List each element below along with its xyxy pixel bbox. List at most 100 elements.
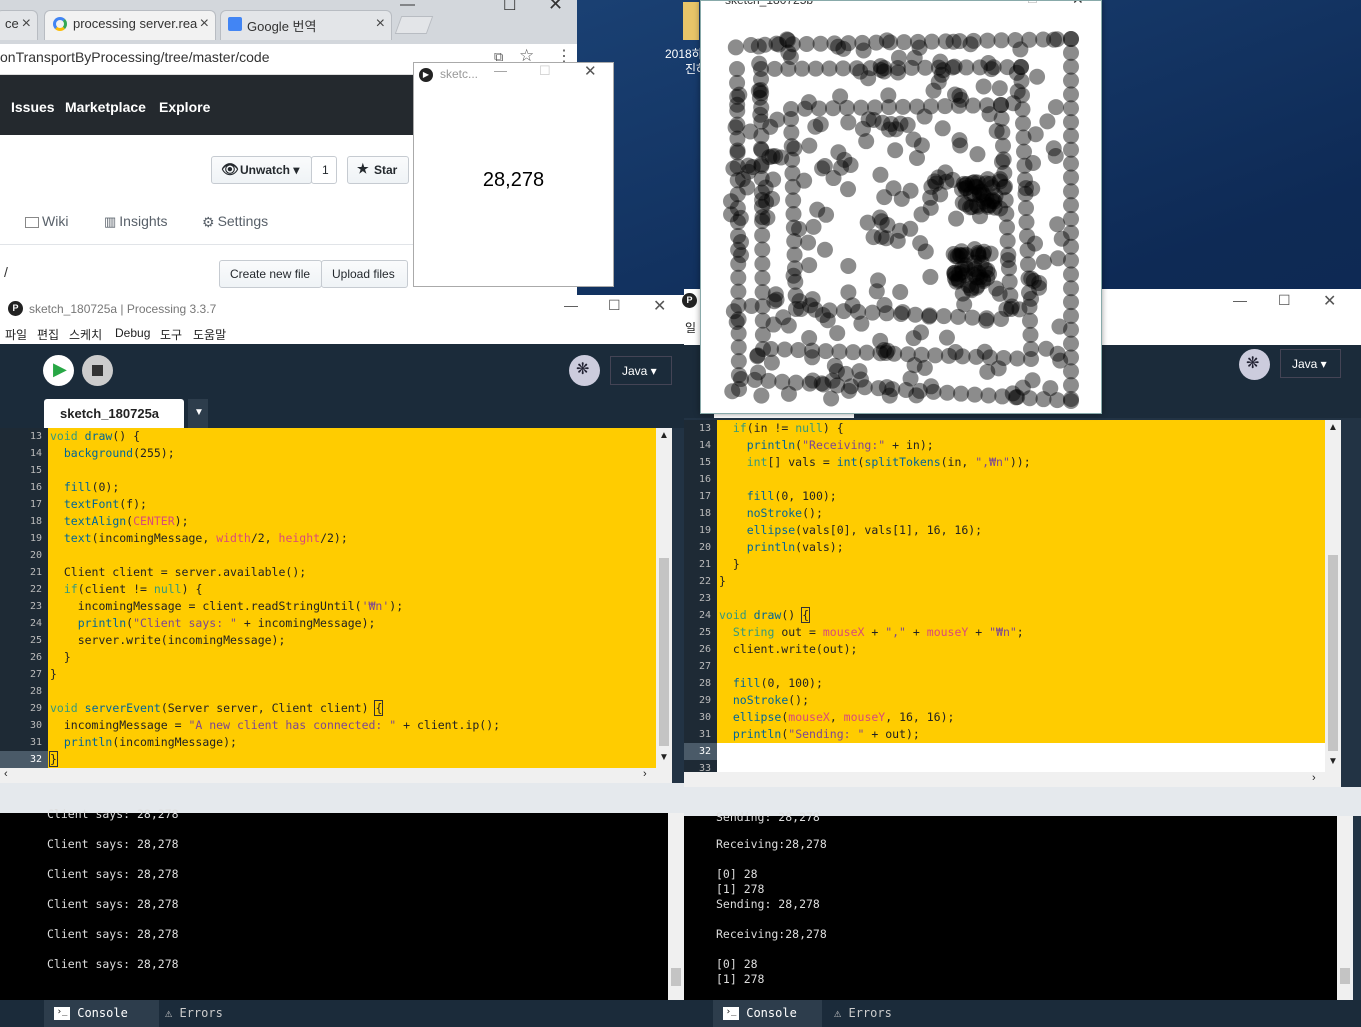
trail-dot	[922, 199, 939, 216]
close-icon[interactable]: ×	[200, 15, 209, 33]
star-button[interactable]: ★ Star	[347, 156, 409, 184]
trail-dot	[807, 60, 824, 77]
maximize-icon[interactable]: ☐	[608, 297, 621, 314]
minimize-icon[interactable]: —	[400, 0, 415, 13]
tab-processing[interactable]: processing server.rea ×	[44, 10, 216, 40]
code-editor[interactable]: void draw() { background(255); fill(0); …	[48, 428, 656, 768]
menu-debug[interactable]: Debug	[115, 326, 150, 340]
trail-dot	[953, 385, 969, 402]
console-tab[interactable]: ›_ Console	[44, 1000, 159, 1027]
stop-button[interactable]	[82, 355, 113, 386]
trail-dot	[796, 172, 813, 189]
trail-dot	[751, 55, 768, 72]
run-button[interactable]: ▶	[43, 355, 74, 386]
mouse-value-text: 28,278	[482, 169, 545, 191]
scroll-thumb[interactable]	[1340, 968, 1350, 984]
nav-explore[interactable]: Explore	[159, 99, 210, 115]
close-icon[interactable]: ×	[376, 15, 385, 33]
vertical-scrollbar[interactable]: ▲ ▼	[1325, 420, 1341, 772]
close-icon[interactable]: ×	[22, 15, 31, 33]
upload-files-button[interactable]: Upload files	[321, 260, 408, 288]
trail-dot	[821, 60, 838, 77]
close-window-icon[interactable]: ✕	[1072, 1, 1084, 8]
minimize-icon[interactable]: —	[494, 63, 507, 78]
menu-help[interactable]: 도움말	[193, 326, 226, 343]
menu-sketch[interactable]: 스케치	[69, 326, 102, 343]
desktop-folder[interactable]: 2018하 진하	[665, 0, 707, 80]
trail-dot	[1063, 141, 1079, 158]
line-number: 29	[29, 703, 42, 714]
nav-issues[interactable]: Issues	[11, 99, 55, 115]
menu-tools[interactable]: 도구	[160, 326, 182, 343]
close-window-icon[interactable]: ✕	[1323, 291, 1336, 311]
folder-icon	[683, 2, 699, 40]
scroll-thumb[interactable]	[659, 558, 669, 746]
trail-dot	[880, 87, 897, 104]
maximize-icon[interactable]: ☐	[1278, 292, 1291, 309]
breadcrumb-path: /	[4, 264, 8, 280]
tab-translate[interactable]: Google 번역 ×	[220, 10, 392, 40]
horizontal-scrollbar[interactable]: ›	[684, 772, 1341, 787]
trail-dot	[1063, 114, 1079, 131]
trail-dot	[908, 387, 925, 404]
console-scrollbar[interactable]	[1337, 816, 1353, 1000]
menu-edit[interactable]: 편집	[37, 326, 59, 343]
horizontal-scrollbar[interactable]: ‹ ›	[0, 768, 672, 783]
tab-wiki[interactable]: Wiki	[25, 213, 68, 229]
tab-settings[interactable]: ⚙ Settings	[202, 213, 268, 231]
close-window-icon[interactable]: ✕	[584, 62, 597, 80]
errors-tab[interactable]: ⚠ Errors	[155, 1000, 253, 1027]
minimize-icon[interactable]: —	[1233, 292, 1247, 308]
minimize-icon[interactable]: —	[564, 297, 578, 313]
scroll-right-icon[interactable]: ›	[643, 768, 647, 780]
line-number-current: 32	[684, 743, 717, 760]
maximize-icon[interactable]: ☐	[503, 0, 516, 14]
trail-dot	[767, 148, 784, 165]
tab-prev[interactable]: ce ×	[0, 10, 38, 40]
scroll-down-icon[interactable]: ▼	[659, 752, 669, 763]
trail-dot	[1035, 253, 1052, 270]
nav-marketplace[interactable]: Marketplace	[65, 99, 146, 115]
close-window-icon[interactable]: ✕	[653, 296, 666, 316]
scroll-down-icon[interactable]: ▼	[1328, 756, 1338, 767]
trail-dot	[1024, 372, 1041, 389]
scroll-up-icon[interactable]: ▲	[659, 430, 669, 441]
scroll-right-icon[interactable]: ›	[1312, 772, 1316, 784]
tab-insights[interactable]: ▥ Insights	[104, 213, 168, 230]
menu-file-frag[interactable]: 일	[685, 319, 696, 336]
trail-dot	[1045, 140, 1062, 157]
code-editor[interactable]: if(in != null) { println("Receiving:" + …	[717, 420, 1327, 743]
trail-dot	[830, 144, 847, 161]
errors-tab-label: Errors	[848, 1006, 892, 1020]
trail-dot	[1049, 216, 1066, 233]
line-number: 26	[29, 652, 42, 663]
processing-play-icon: ▶	[419, 68, 433, 82]
scroll-up-icon[interactable]: ▲	[1328, 422, 1338, 433]
create-file-button[interactable]: Create new file	[219, 260, 322, 288]
scroll-thumb[interactable]	[671, 968, 681, 986]
minimize-icon[interactable]: —	[984, 1, 996, 6]
console-tab[interactable]: ›_ Console	[713, 1000, 822, 1027]
vertical-scrollbar[interactable]: ▲ ▼	[656, 428, 672, 768]
drawing-canvas[interactable]	[701, 9, 1101, 413]
close-window-icon[interactable]: ✕	[548, 0, 563, 15]
errors-tab[interactable]: ⚠ Errors	[824, 1000, 922, 1027]
new-tab-button[interactable]	[394, 16, 434, 34]
scroll-thumb[interactable]	[1328, 555, 1338, 751]
trail-dot	[800, 94, 817, 111]
console-scrollbar[interactable]	[668, 813, 684, 1000]
mode-select[interactable]: Java ▾	[1280, 349, 1341, 378]
scroll-left-icon[interactable]: ‹	[4, 768, 8, 780]
maximize-icon[interactable]: ☐	[1027, 1, 1038, 6]
debugger-button[interactable]: ❋	[569, 355, 600, 386]
unwatch-button[interactable]: 👁 Unwatch ▾	[211, 156, 312, 184]
watch-count[interactable]: 1	[311, 156, 337, 184]
trail-dot	[1063, 169, 1079, 186]
menu-file[interactable]: 파일	[5, 326, 27, 343]
maximize-icon[interactable]: ☐	[539, 63, 551, 79]
line-number: 17	[29, 499, 42, 510]
tab-menu-arrow[interactable]: ▼	[188, 399, 208, 428]
debugger-button[interactable]: ❋	[1239, 349, 1270, 380]
mode-select[interactable]: Java ▾	[610, 356, 672, 385]
sketch-tab[interactable]: sketch_180725a	[44, 399, 184, 428]
